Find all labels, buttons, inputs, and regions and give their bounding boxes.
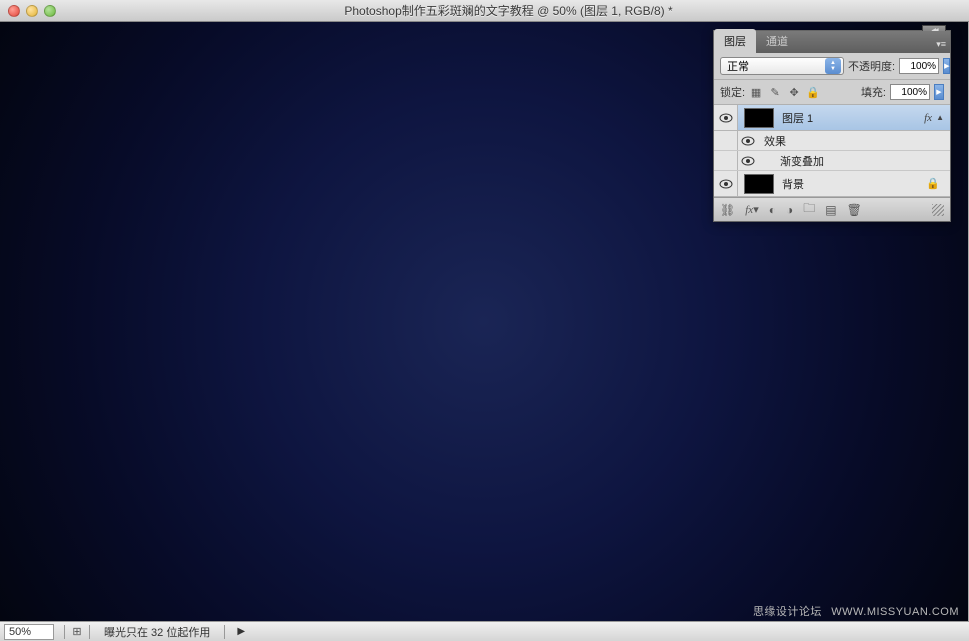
status-bar: 50% ⊞ 曝光只在 32 位起作用 ▶ [0, 621, 969, 641]
panel-footer: ⛓ fx▾ ◐ ◑ 🗀 ▤ 🗑 [714, 197, 950, 221]
opacity-flyout-arrow[interactable]: ▶ [943, 58, 950, 74]
visibility-toggle[interactable] [714, 171, 738, 196]
window-title: Photoshop制作五彩斑斓的文字教程 @ 50% (图层 1, RGB/8)… [56, 2, 961, 19]
lock-icon: 🔒 [926, 177, 940, 190]
panel-menu-icon[interactable]: ▾≡ [936, 39, 946, 50]
gradient-overlay-label: 渐变叠加 [758, 153, 824, 169]
panel-resize-handle[interactable] [932, 204, 944, 216]
blend-opacity-row: 正常 ▲▼ 不透明度: ▶ [714, 53, 950, 80]
eye-icon [741, 156, 755, 166]
layer-style-icon[interactable]: fx▾ [745, 203, 758, 216]
traffic-lights [8, 5, 56, 17]
watermark-text-left: 思缘设计论坛 [753, 606, 822, 618]
lock-icons-group: ▦ ✎ ✥ 🔒 [749, 85, 820, 99]
opacity-input[interactable] [899, 58, 939, 74]
effects-row[interactable]: 效果 [714, 131, 950, 151]
select-arrows-icon: ▲▼ [825, 58, 841, 74]
effect-item-row[interactable]: 渐变叠加 [714, 151, 950, 171]
zoom-input[interactable]: 50% [4, 624, 54, 640]
lock-fill-row: 锁定: ▦ ✎ ✥ 🔒 填充: ▶ [714, 80, 950, 105]
zoom-value: 50% [9, 626, 31, 638]
layers-list: 图层 1 fx ▲ 效果 渐变叠加 背景 🔒 [714, 105, 950, 197]
visibility-toggle[interactable] [738, 136, 758, 146]
tab-layers[interactable]: 图层 [714, 29, 756, 53]
watermark-text-right: WWW.MISSYUAN.COM [831, 606, 959, 618]
layer-name[interactable]: 背景 [780, 176, 926, 192]
status-expand-icon[interactable]: ⊞ [71, 625, 83, 638]
blend-mode-select[interactable]: 正常 ▲▼ [720, 57, 844, 75]
visibility-toggle[interactable] [714, 105, 738, 130]
adjustment-layer-icon[interactable]: ◑ [786, 203, 793, 217]
eye-icon [741, 136, 755, 146]
layer-thumbnail[interactable] [744, 108, 774, 128]
eye-icon [719, 113, 733, 123]
eye-icon [719, 179, 733, 189]
effects-collapse-arrow[interactable]: ▲ [936, 113, 944, 122]
fx-badge[interactable]: fx [924, 112, 932, 124]
fill-label: 填充: [861, 84, 886, 100]
window-titlebar: Photoshop制作五彩斑斓的文字教程 @ 50% (图层 1, RGB/8)… [0, 0, 969, 22]
lock-position-icon[interactable]: ✥ [787, 85, 801, 99]
fill-input[interactable] [890, 84, 930, 100]
link-layers-icon[interactable]: ⛓ [720, 203, 735, 217]
tab-channels[interactable]: 通道 [756, 29, 798, 53]
watermark: 思缘设计论坛 WWW.MISSYUAN.COM [753, 603, 959, 619]
close-button[interactable] [8, 5, 20, 17]
layer-row[interactable]: 图层 1 fx ▲ [714, 105, 950, 131]
minimize-button[interactable] [26, 5, 38, 17]
panel-header: 图层 通道 ▾≡ [714, 31, 950, 53]
fill-flyout-arrow[interactable]: ▶ [934, 84, 944, 100]
new-layer-icon[interactable]: ▤ [825, 203, 836, 217]
layer-row[interactable]: 背景 🔒 [714, 171, 950, 197]
layer-thumbnail[interactable] [744, 174, 774, 194]
layer-mask-icon[interactable]: ◐ [769, 203, 776, 217]
opacity-label: 不透明度: [848, 58, 895, 74]
status-info-text: 曝光只在 32 位起作用 [96, 624, 218, 640]
delete-layer-icon[interactable]: 🗑 [847, 203, 862, 217]
layer-name[interactable]: 图层 1 [780, 110, 924, 126]
effects-label: 效果 [758, 133, 786, 149]
lock-pixels-icon[interactable]: ✎ [768, 85, 782, 99]
blend-mode-value: 正常 [727, 58, 749, 74]
new-group-icon[interactable]: 🗀 [803, 199, 815, 220]
lock-transparency-icon[interactable]: ▦ [749, 85, 763, 99]
visibility-toggle[interactable] [738, 156, 758, 166]
layers-panel: 图层 通道 ▾≡ 正常 ▲▼ 不透明度: ▶ 锁定: ▦ ✎ ✥ 🔒 填充: ▶ [713, 30, 951, 222]
lock-all-icon[interactable]: 🔒 [806, 85, 820, 99]
status-menu-arrow[interactable]: ▶ [231, 626, 251, 637]
zoom-button[interactable] [44, 5, 56, 17]
lock-label: 锁定: [720, 84, 745, 100]
